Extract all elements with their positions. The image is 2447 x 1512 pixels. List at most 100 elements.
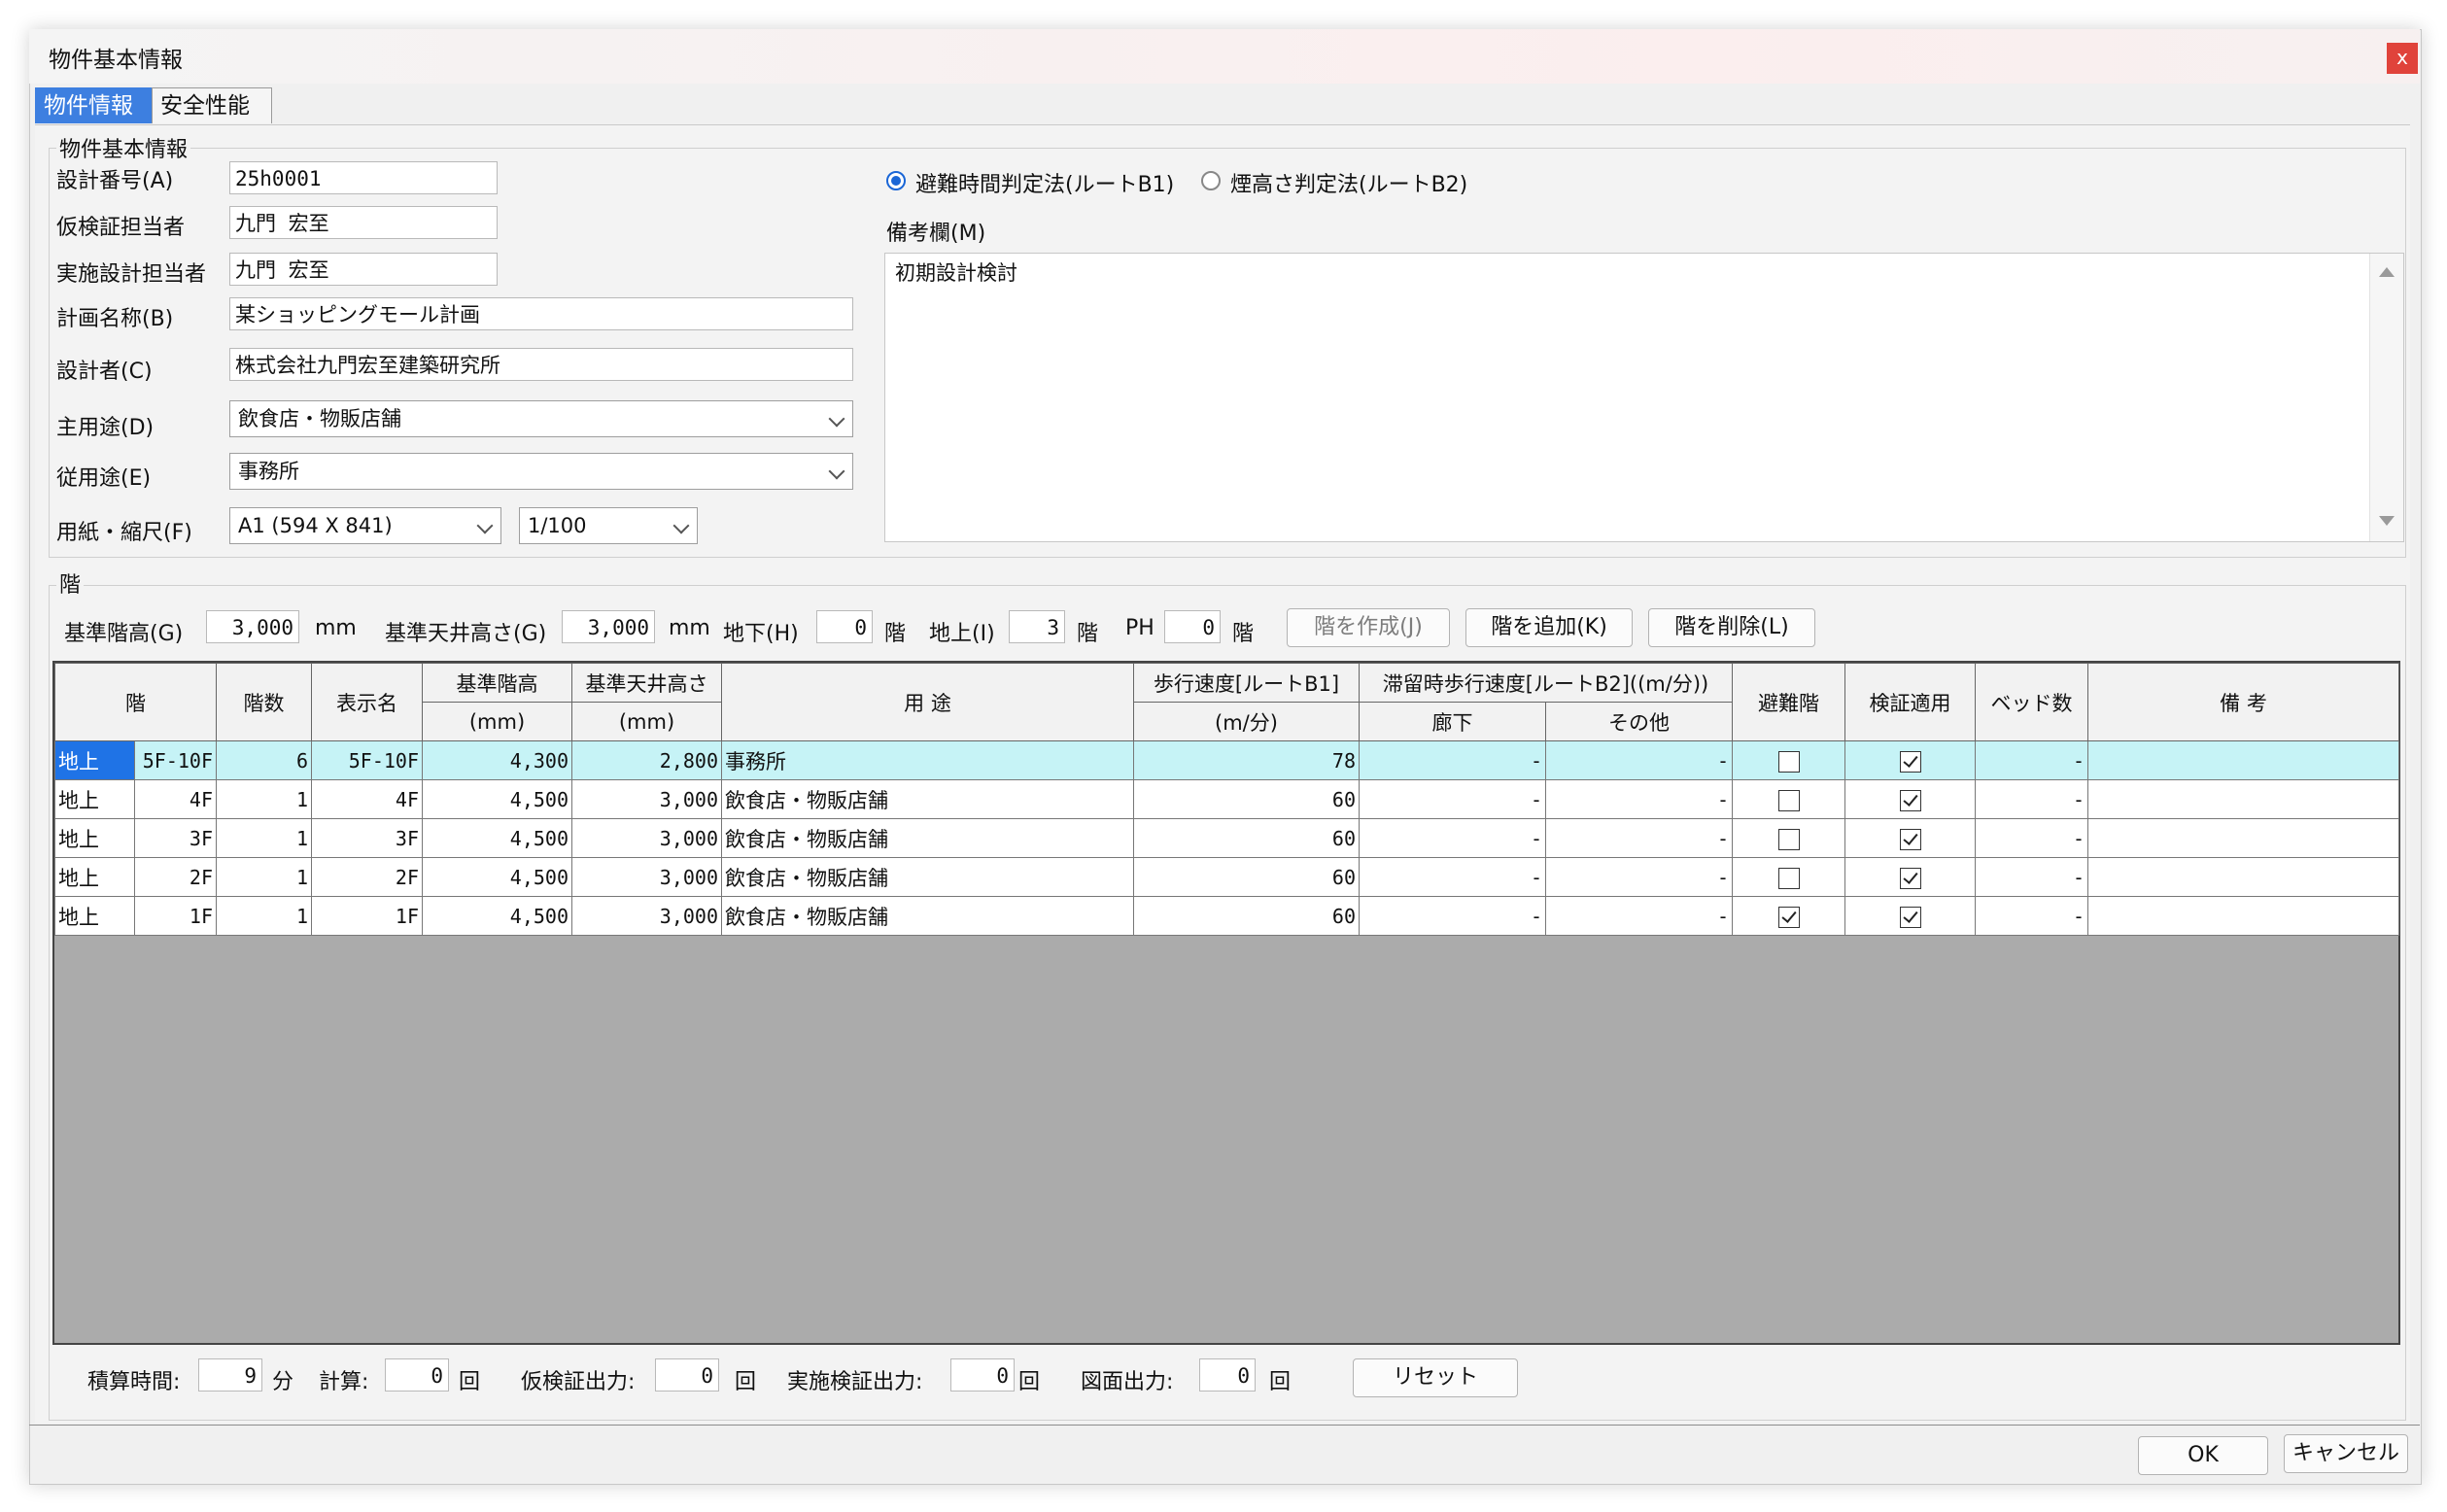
cell-corridor-speed[interactable]: - bbox=[1359, 779, 1546, 819]
cell-floor-kind[interactable]: 地上 bbox=[54, 818, 135, 858]
cell-other-speed[interactable]: - bbox=[1545, 857, 1733, 897]
col-header-std-height[interactable]: 基準階高 bbox=[422, 663, 572, 703]
table-row[interactable]: 地上 3F 1 3F 4,500 3,000 飲食店・物販店舗 60- - - bbox=[54, 818, 2399, 858]
cell-count[interactable]: 1 bbox=[216, 818, 312, 858]
cancel-button[interactable]: キャンセル bbox=[2284, 1434, 2408, 1473]
cell-remarks[interactable] bbox=[2087, 896, 2399, 936]
cell-beds[interactable]: - bbox=[1975, 857, 2088, 897]
cell-corridor-speed[interactable]: - bbox=[1359, 740, 1546, 780]
col-header-remarks[interactable]: 備 考 bbox=[2087, 663, 2399, 741]
col-header-floor[interactable]: 階 bbox=[54, 663, 217, 741]
evac-checkbox[interactable] bbox=[1777, 867, 1800, 889]
cell-verify[interactable] bbox=[1844, 818, 1976, 858]
temp-output-input[interactable]: 0 bbox=[655, 1358, 719, 1392]
cell-corridor-speed[interactable]: - bbox=[1359, 818, 1546, 858]
cell-beds[interactable]: - bbox=[1975, 818, 2088, 858]
plan-name-input[interactable]: 某ショッピングモール計画 bbox=[229, 297, 853, 330]
table-row[interactable]: 地上 5F-10F 6 5F-10F 4,300 2,800 事務所 78- - - bbox=[54, 740, 2399, 780]
calc-count-input[interactable]: 0 bbox=[385, 1358, 449, 1392]
create-floors-button[interactable]: 階を作成(J) bbox=[1287, 608, 1450, 647]
table-row[interactable]: 地上 1F 1 1F 4,500 3,000 飲食店・物販店舗 60- - - bbox=[54, 896, 2399, 936]
cell-evac[interactable] bbox=[1732, 740, 1845, 780]
verify-checkbox[interactable] bbox=[1899, 828, 1921, 850]
std-height-input[interactable]: 3,000 bbox=[206, 610, 299, 643]
evac-checkbox[interactable] bbox=[1777, 828, 1800, 850]
evac-checkbox[interactable] bbox=[1777, 906, 1800, 928]
col-header-use[interactable]: 用 途 bbox=[721, 663, 1134, 741]
cell-count[interactable]: 1 bbox=[216, 896, 312, 936]
cell-beds[interactable]: - bbox=[1975, 779, 2088, 819]
cell-std-height[interactable]: 4,500 bbox=[422, 857, 572, 897]
cell-walk-speed[interactable]: 60 bbox=[1133, 896, 1360, 936]
route-b2-radio[interactable] bbox=[1201, 171, 1221, 190]
cell-floor[interactable]: 1F bbox=[134, 896, 217, 936]
cell-floor-kind[interactable]: 地上 bbox=[54, 740, 135, 780]
cell-ceiling[interactable]: 3,000 bbox=[571, 857, 722, 897]
verify-checkbox[interactable] bbox=[1899, 750, 1921, 773]
cell-count[interactable]: 6 bbox=[216, 740, 312, 780]
cell-remarks[interactable] bbox=[2087, 779, 2399, 819]
cell-corridor-speed[interactable]: - bbox=[1359, 857, 1546, 897]
design-no-input[interactable]: 25h0001 bbox=[229, 161, 498, 194]
close-button[interactable]: x bbox=[2387, 43, 2418, 74]
delete-floor-button[interactable]: 階を削除(L) bbox=[1648, 608, 1815, 647]
cell-display-name[interactable]: 4F bbox=[311, 779, 423, 819]
cell-count[interactable]: 1 bbox=[216, 779, 312, 819]
scroll-down-icon[interactable] bbox=[2379, 516, 2395, 526]
evac-checkbox[interactable] bbox=[1777, 750, 1800, 773]
cell-beds[interactable]: - bbox=[1975, 740, 2088, 780]
cell-floor[interactable]: 2F bbox=[134, 857, 217, 897]
col-header-display[interactable]: 表示名 bbox=[311, 663, 423, 741]
cell-verify[interactable] bbox=[1844, 740, 1976, 780]
cell-walk-speed[interactable]: 60 bbox=[1133, 857, 1360, 897]
cell-verify[interactable] bbox=[1844, 896, 1976, 936]
cell-remarks[interactable] bbox=[2087, 740, 2399, 780]
cell-use[interactable]: 飲食店・物販店舗 bbox=[721, 857, 1134, 897]
col-header-verify[interactable]: 検証適用 bbox=[1844, 663, 1976, 741]
cell-evac[interactable] bbox=[1732, 896, 1845, 936]
cell-evac[interactable] bbox=[1732, 857, 1845, 897]
cell-other-speed[interactable]: - bbox=[1545, 818, 1733, 858]
ph-input[interactable]: 0 bbox=[1164, 610, 1221, 643]
col-header-count[interactable]: 階数 bbox=[216, 663, 312, 741]
route-b1-radio[interactable] bbox=[886, 171, 906, 190]
scale-select[interactable]: 1/100 bbox=[519, 507, 698, 544]
cell-ceiling[interactable]: 2,800 bbox=[571, 740, 722, 780]
cell-floor-kind[interactable]: 地上 bbox=[54, 896, 135, 936]
col-header-other[interactable]: その他 bbox=[1545, 702, 1733, 741]
cell-ceiling[interactable]: 3,000 bbox=[571, 896, 722, 936]
table-row[interactable]: 地上 2F 1 2F 4,500 3,000 飲食店・物販店舗 60- - - bbox=[54, 857, 2399, 897]
cell-verify[interactable] bbox=[1844, 857, 1976, 897]
cell-walk-speed[interactable]: 78 bbox=[1133, 740, 1360, 780]
notes-scrollbar[interactable] bbox=[2369, 254, 2403, 541]
verify-checkbox[interactable] bbox=[1899, 906, 1921, 928]
paper-size-select[interactable]: A1 (594 X 841) bbox=[229, 507, 501, 544]
col-header-corridor[interactable]: 廊下 bbox=[1359, 702, 1546, 741]
cell-floor[interactable]: 4F bbox=[134, 779, 217, 819]
cell-count[interactable]: 1 bbox=[216, 857, 312, 897]
designer-input[interactable]: 株式会社九門宏至建築研究所 bbox=[229, 348, 853, 381]
cell-floor[interactable]: 3F bbox=[134, 818, 217, 858]
col-header-evac[interactable]: 避難階 bbox=[1732, 663, 1845, 741]
col-header-ceiling[interactable]: 基準天井高さ bbox=[571, 663, 722, 703]
evac-checkbox[interactable] bbox=[1777, 789, 1800, 811]
table-row[interactable]: 地上 4F 1 4F 4,500 3,000 飲食店・物販店舗 60- - - bbox=[54, 779, 2399, 819]
cell-other-speed[interactable]: - bbox=[1545, 896, 1733, 936]
cell-evac[interactable] bbox=[1732, 818, 1845, 858]
calc-time-input[interactable]: 9 bbox=[198, 1358, 262, 1392]
add-floor-button[interactable]: 階を追加(K) bbox=[1465, 608, 1633, 647]
cell-other-speed[interactable]: - bbox=[1545, 740, 1733, 780]
std-ceiling-input[interactable]: 3,000 bbox=[562, 610, 655, 643]
cell-display-name[interactable]: 3F bbox=[311, 818, 423, 858]
col-header-beds[interactable]: ベッド数 bbox=[1975, 663, 2088, 741]
cell-floor-kind[interactable]: 地上 bbox=[54, 857, 135, 897]
cell-evac[interactable] bbox=[1732, 779, 1845, 819]
notes-textarea[interactable]: 初期設計検討 bbox=[884, 253, 2404, 542]
sub-use-select[interactable]: 事務所 bbox=[229, 453, 853, 490]
drawing-output-input[interactable]: 0 bbox=[1199, 1358, 1256, 1392]
col-header-stay-speed[interactable]: 滞留時歩行速度[ルートB2]((m/分)) bbox=[1359, 663, 1733, 703]
ok-button[interactable]: OK bbox=[2138, 1436, 2268, 1475]
tab-safety-performance[interactable]: 安全性能 bbox=[152, 87, 272, 123]
cell-use[interactable]: 飲食店・物販店舗 bbox=[721, 779, 1134, 819]
temp-checker-input[interactable]: 九門 宏至 bbox=[229, 206, 498, 239]
